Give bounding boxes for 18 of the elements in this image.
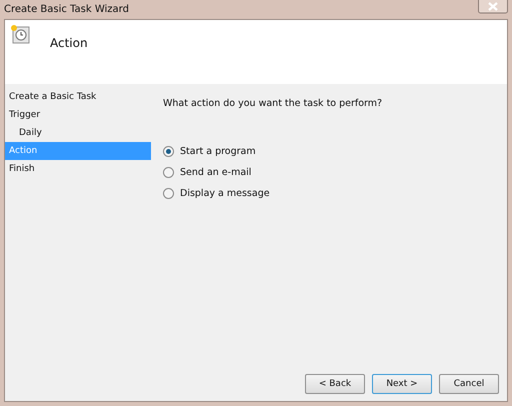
wizard-button[interactable]: < Back xyxy=(305,374,365,394)
wizard-button[interactable]: Cancel xyxy=(439,374,499,394)
radio-option[interactable]: Start a program xyxy=(163,141,507,162)
wizard-step[interactable]: Finish xyxy=(5,160,151,178)
radio-icon[interactable] xyxy=(163,167,174,178)
wizard-step[interactable]: Create a Basic Task xyxy=(5,88,151,106)
radio-icon[interactable] xyxy=(163,188,174,199)
radio-option[interactable]: Send an e-mail xyxy=(163,162,507,183)
close-icon[interactable] xyxy=(478,0,508,14)
wizard-button[interactable]: Next > xyxy=(372,374,432,394)
question-text: What action do you want the task to perform? xyxy=(163,98,384,109)
radio-option[interactable]: Display a message xyxy=(163,183,507,204)
task-clock-icon xyxy=(10,24,32,46)
wizard-step[interactable]: Trigger xyxy=(5,106,151,124)
page-title: Action xyxy=(50,36,88,50)
radio-icon[interactable] xyxy=(163,146,174,157)
wizard-step[interactable]: Daily xyxy=(5,124,151,142)
window-title: Create Basic Task Wizard xyxy=(4,4,129,15)
